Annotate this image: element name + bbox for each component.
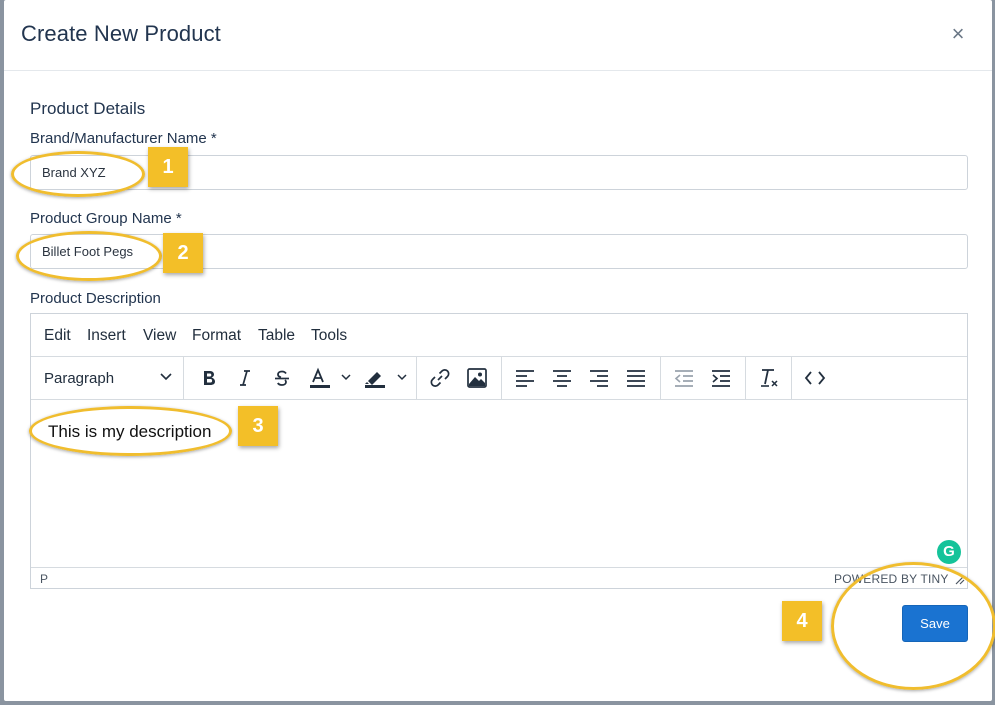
toolbar-divider bbox=[745, 357, 746, 399]
menu-edit[interactable]: Edit bbox=[44, 327, 71, 345]
clear-formatting-icon bbox=[761, 369, 778, 387]
toolbar-divider bbox=[501, 357, 502, 399]
indent-icon bbox=[712, 370, 730, 387]
grammarly-icon[interactable]: G bbox=[937, 540, 961, 564]
modal-title: Create New Product bbox=[21, 21, 221, 46]
align-right-icon bbox=[590, 370, 608, 387]
strikethrough-icon bbox=[275, 370, 289, 386]
text-color-icon bbox=[310, 367, 351, 388]
text-color-button[interactable] bbox=[307, 366, 355, 390]
brand-label: Brand/Manufacturer Name * bbox=[30, 130, 217, 147]
highlight-ellipse-description bbox=[29, 406, 232, 456]
italic-button[interactable] bbox=[233, 366, 257, 390]
element-path[interactable]: P bbox=[40, 572, 48, 586]
editor-toolbar: Paragraph bbox=[31, 357, 967, 400]
menu-table[interactable]: Table bbox=[258, 327, 295, 345]
italic-icon bbox=[240, 370, 250, 386]
outdent-button[interactable] bbox=[672, 366, 696, 390]
align-right-button[interactable] bbox=[587, 366, 611, 390]
editor-menubar: Edit Insert View Format Table Tools bbox=[31, 314, 967, 357]
section-title: Product Details bbox=[30, 99, 146, 118]
image-icon bbox=[467, 368, 487, 388]
chevron-down-icon bbox=[160, 373, 172, 381]
align-justify-icon bbox=[627, 370, 645, 387]
menu-insert[interactable]: Insert bbox=[87, 327, 126, 345]
toolbar-divider bbox=[791, 357, 792, 399]
highlight-ellipse-brand bbox=[11, 151, 145, 197]
group-label: Product Group Name * bbox=[30, 210, 182, 227]
block-format-label: Paragraph bbox=[44, 370, 115, 387]
step-badge-1: 1 bbox=[148, 147, 188, 187]
strikethrough-button[interactable] bbox=[270, 366, 294, 390]
modal-header: Create New Product × bbox=[4, 0, 992, 71]
bold-button[interactable] bbox=[197, 366, 221, 390]
align-center-button[interactable] bbox=[550, 366, 574, 390]
align-left-button[interactable] bbox=[513, 366, 537, 390]
editor-statusbar: P POWERED BY TINY bbox=[31, 567, 967, 588]
bold-icon bbox=[204, 371, 215, 385]
source-code-button[interactable] bbox=[803, 366, 827, 390]
indent-button[interactable] bbox=[709, 366, 733, 390]
menu-view[interactable]: View bbox=[143, 327, 176, 345]
toolbar-divider bbox=[660, 357, 661, 399]
toolbar-divider bbox=[416, 357, 417, 399]
block-format-select[interactable]: Paragraph bbox=[44, 368, 174, 390]
toolbar-divider bbox=[183, 357, 184, 399]
step-badge-3: 3 bbox=[238, 406, 278, 446]
step-badge-4: 4 bbox=[782, 601, 822, 641]
outdent-icon bbox=[674, 370, 693, 387]
link-icon bbox=[430, 369, 450, 387]
align-left-icon bbox=[516, 370, 534, 387]
source-code-icon bbox=[804, 371, 826, 385]
clear-formatting-button[interactable] bbox=[757, 366, 781, 390]
step-badge-2: 2 bbox=[163, 233, 203, 273]
highlight-ellipse-group bbox=[16, 231, 162, 281]
close-icon[interactable]: × bbox=[948, 22, 968, 46]
align-justify-button[interactable] bbox=[624, 366, 648, 390]
link-button[interactable] bbox=[428, 366, 452, 390]
menu-tools[interactable]: Tools bbox=[311, 327, 347, 345]
description-label: Product Description bbox=[30, 290, 161, 307]
align-center-icon bbox=[553, 370, 571, 387]
highlight-color-icon bbox=[365, 372, 407, 388]
menu-format[interactable]: Format bbox=[192, 327, 241, 345]
highlight-ellipse-save bbox=[831, 562, 995, 690]
image-button[interactable] bbox=[465, 366, 489, 390]
highlight-color-button[interactable] bbox=[363, 366, 411, 390]
